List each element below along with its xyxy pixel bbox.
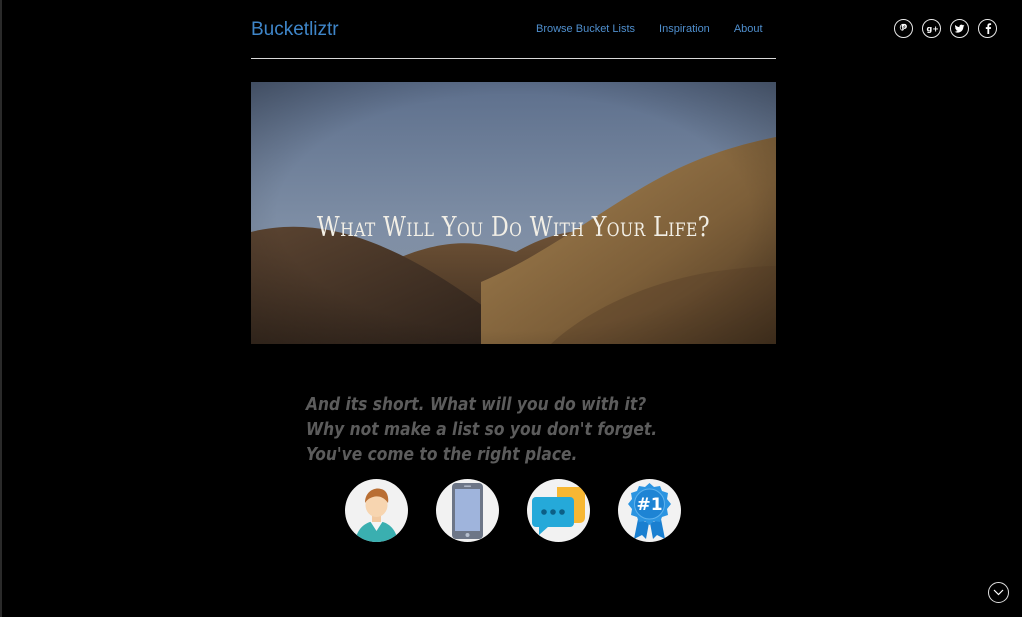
social-links: g+ (894, 19, 997, 38)
feature-icons: #1 (345, 479, 681, 542)
nav-browse-bucket-lists[interactable]: Browse Bucket Lists (536, 23, 635, 35)
facebook-icon[interactable] (978, 19, 997, 38)
google-plus-icon[interactable]: g+ (922, 19, 941, 38)
badge-label: #1 (636, 495, 662, 515)
chevron-down-icon (993, 589, 1004, 596)
tagline-text: And its short. What will you do with it?… (306, 394, 658, 465)
pinterest-icon[interactable] (894, 19, 913, 38)
window-edge (0, 0, 2, 617)
scroll-down-button[interactable] (988, 582, 1009, 603)
tablet-icon (436, 479, 499, 542)
nav-inspiration[interactable]: Inspiration (659, 23, 710, 35)
brand-logo-link[interactable]: Bucketliztr (251, 19, 339, 41)
header-divider (251, 58, 776, 59)
svg-text:g+: g+ (926, 25, 938, 34)
twitter-icon[interactable] (950, 19, 969, 38)
main-nav: Browse Bucket Lists Inspiration About (536, 23, 763, 35)
hero-title: What Will You Do With Your Life? (316, 212, 711, 243)
number-one-badge-icon: #1 (618, 479, 681, 542)
nav-about[interactable]: About (734, 23, 763, 35)
hero-banner: What Will You Do With Your Life? (251, 82, 776, 344)
person-icon (345, 479, 408, 542)
chat-bubbles-icon (527, 479, 590, 542)
